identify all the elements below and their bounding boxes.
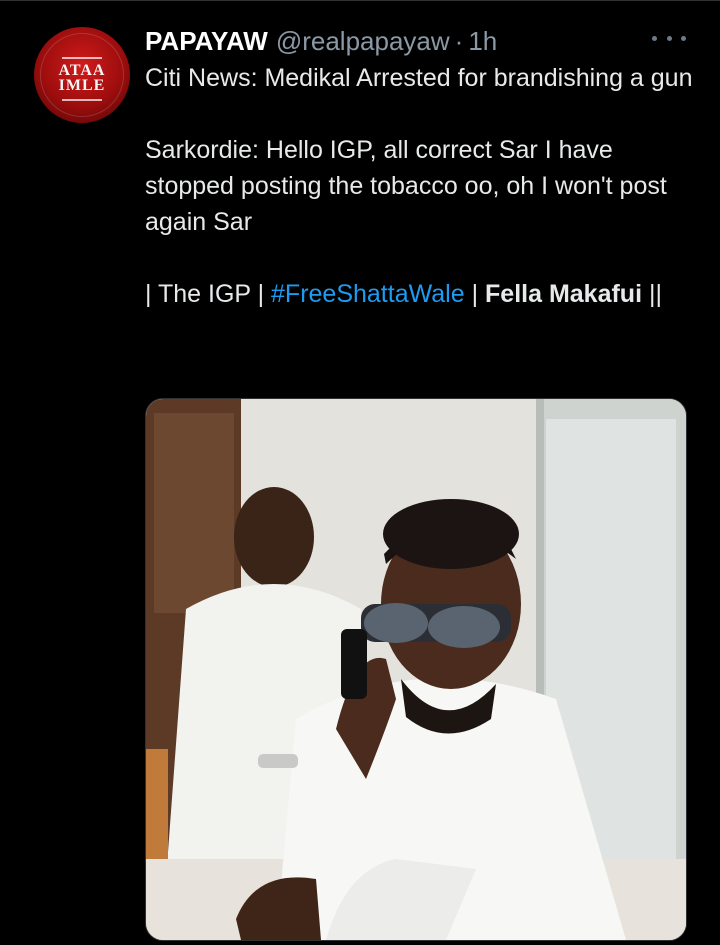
photo-illustration (146, 399, 686, 940)
tweet-paragraph-2: Sarkordie: Hello IGP, all correct Sar I … (145, 136, 667, 236)
avatar-logo: ATAA IMLE (58, 62, 106, 94)
display-name[interactable]: PAPAYAW (145, 26, 268, 57)
more-dot (666, 35, 672, 41)
hashtag-link[interactable]: #FreeShattaWale (271, 280, 465, 308)
header-separator: · (454, 25, 464, 56)
tweet-time[interactable]: 1h (468, 26, 497, 57)
tweet-text-segment: | (464, 280, 486, 308)
tweet-header: PAPAYAW @realpapayaw · 1h (145, 24, 497, 58)
avatar-line-top (62, 57, 102, 59)
tweet-media-image[interactable] (145, 398, 687, 941)
tweet-bold-text: Fella Makafui (485, 280, 643, 308)
top-divider (0, 0, 720, 1)
tweet-paragraph-1: Citi News: Medikal Arrested for brandish… (145, 64, 693, 92)
tweet-text-segment: || (642, 280, 662, 308)
tweet-text-segment: | The IGP | (145, 280, 272, 308)
avatar-line-bottom (62, 99, 102, 101)
avatar[interactable]: ATAA IMLE (34, 27, 130, 123)
user-handle[interactable]: @realpapayaw (276, 26, 450, 57)
more-dot (681, 35, 686, 41)
tweet-text: Citi News: Medikal Arrested for brandish… (145, 60, 705, 312)
tweet-paragraph-3: | The IGP | #FreeShattaWale | Fella Maka… (145, 276, 705, 312)
more-horizontal-icon (652, 35, 657, 41)
more-options-button[interactable] (652, 28, 686, 48)
